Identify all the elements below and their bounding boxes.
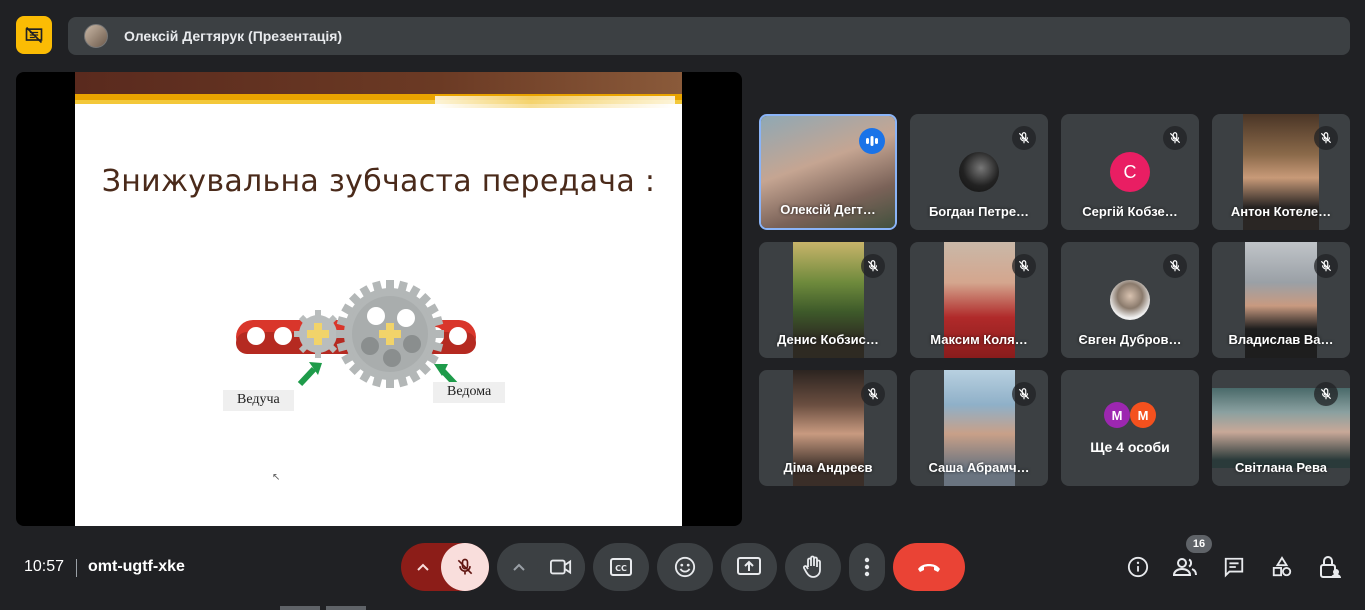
participant-avatar [1110,280,1150,320]
slide-highlight [435,96,675,108]
more-vert-icon [864,557,870,577]
camera-control-group [497,543,585,591]
participant-name: Владислав Ва… [1228,332,1334,347]
mic-off-icon [1314,382,1338,406]
presenter-avatar [84,24,108,48]
people-button[interactable] [1173,555,1197,579]
end-call-button[interactable] [893,543,965,591]
participant-tile[interactable]: Денис Кобзис… [759,242,897,358]
participant-name: Антон Котеле… [1230,204,1332,219]
thumbnail-indicator [280,606,320,610]
presentation-stage[interactable]: Знижувальна зубчаста передача : Ведуча В… [16,72,742,526]
mic-off-icon [1163,126,1187,150]
participant-avatar: С [1110,152,1150,192]
mic-off-icon [457,558,473,575]
separator [76,559,77,577]
mic-off-icon [1012,254,1036,278]
info-icon [1127,556,1149,578]
participant-avatar: М [1104,402,1130,428]
mic-off-icon [1012,126,1036,150]
mic-options-chevron-up-icon[interactable] [401,543,445,591]
present-screen-button[interactable] [721,543,777,591]
camera-toggle-button[interactable] [537,543,585,591]
participant-name: Олексій Дегт… [780,202,876,217]
more-participants-avatars: М М [1061,402,1199,428]
svg-text:CC: CC [615,564,627,573]
mic-off-icon [1314,254,1338,278]
more-participants-label: Ще 4 особи [1090,439,1170,455]
participant-tile[interactable]: Діма Андреєв [759,370,897,486]
mic-off-icon [861,382,885,406]
reactions-button[interactable] [657,543,713,591]
participant-name: Саша Абрамч… [928,460,1030,475]
participant-tile[interactable]: Владислав Ва… [1212,242,1350,358]
presenter-banner[interactable]: Олексій Дегтярук (Презентація) [68,17,1350,55]
meeting-code: omt-ugtf-xke [88,558,185,575]
participant-tile[interactable]: Саша Абрамч… [910,370,1048,486]
driven-gear-label: Ведома [433,382,506,403]
raise-hand-icon [803,555,821,578]
raise-hand-button[interactable] [785,543,841,591]
hang-up-icon [918,564,940,572]
participant-tile[interactable]: Олексій Дегт… [759,114,897,230]
camera-options-chevron-up-icon[interactable] [497,543,541,591]
mic-off-icon [1163,254,1187,278]
mic-off-icon [1012,382,1036,406]
camera-icon [550,559,572,575]
mic-control-group [401,543,489,591]
participant-tile[interactable]: Богдан Петре… [910,114,1048,230]
captions-button[interactable]: CC [593,543,649,591]
participant-name: Діма Андреєв [783,460,873,475]
participant-name: Максим Коля… [930,332,1028,347]
presentation-off-icon[interactable] [16,16,52,54]
drive-gear-label: Ведуча [223,390,294,411]
more-participants-tile[interactable]: М М Ще 4 особи [1061,370,1199,486]
lock-person-icon [1320,556,1341,578]
participant-name: Богдан Петре… [928,204,1030,219]
host-controls-button[interactable] [1318,555,1342,579]
participant-name: Світлана Рева [1235,460,1327,475]
people-icon [1173,558,1197,576]
slide-title: Знижувальна зубчаста передача : [101,164,656,199]
slide: Знижувальна зубчаста передача : Ведуча В… [75,72,682,526]
participant-tile[interactable]: Світлана Рева [1212,370,1350,486]
activities-button[interactable] [1270,555,1294,579]
closed-captions-icon: CC [610,558,632,576]
meeting-time: 10:57 [24,558,65,575]
participant-tile[interactable]: С Сергій Кобзе… [1061,114,1199,230]
people-count-badge: 16 [1186,535,1212,553]
mic-toggle-button[interactable] [441,543,489,591]
participant-tile[interactable]: Євген Дубров… [1061,242,1199,358]
more-options-button[interactable] [849,543,885,591]
mouse-cursor-icon: ↖ [272,472,281,483]
meeting-details-button[interactable] [1126,555,1150,579]
mic-off-icon [861,254,885,278]
present-screen-icon [737,557,761,575]
participant-name: Євген Дубров… [1078,332,1182,347]
presenter-title: Олексій Дегтярук (Презентація) [124,28,343,44]
participant-tile[interactable]: Антон Котеле… [1212,114,1350,230]
activities-icon [1272,556,1292,577]
thumbnail-indicator [326,606,366,610]
smile-icon [674,556,696,578]
slide-header-band [75,72,682,94]
participant-name: Денис Кобзис… [777,332,879,347]
participant-avatar: М [1130,402,1156,428]
participant-name: Сергій Кобзе… [1082,204,1178,219]
participant-tile[interactable]: Максим Коля… [910,242,1048,358]
chat-button[interactable] [1222,555,1246,579]
chat-icon [1224,557,1244,578]
mic-off-icon [1314,126,1338,150]
participant-avatar [959,152,999,192]
speaking-indicator-icon [859,128,885,154]
